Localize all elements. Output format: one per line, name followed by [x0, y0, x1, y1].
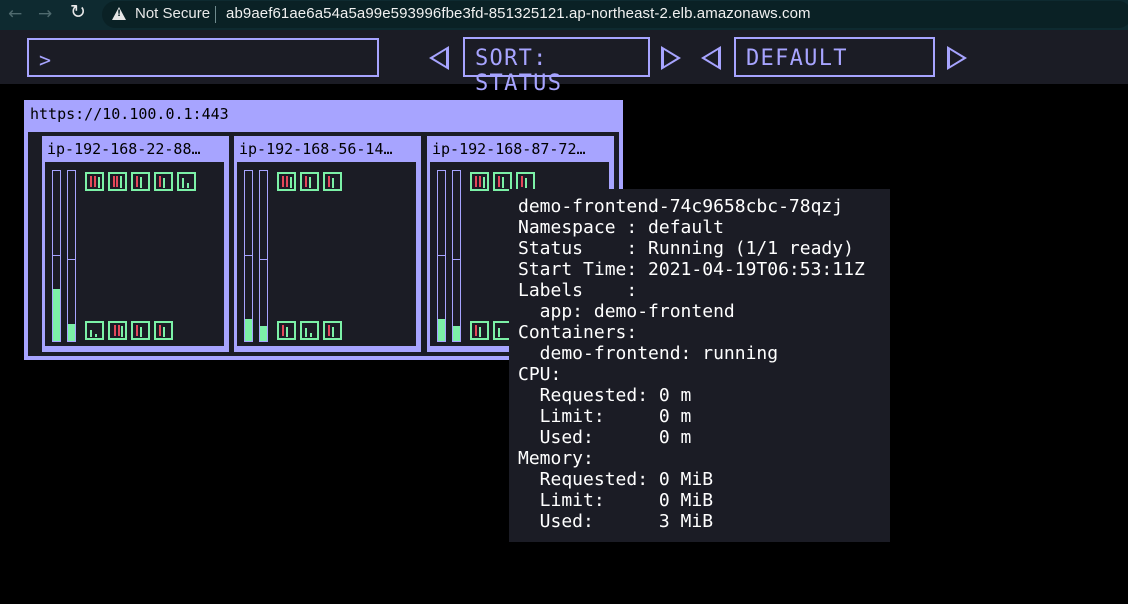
- tooltip-pod-name: demo-frontend-74c9658cbc-78qzj: [518, 196, 844, 217]
- node-cpu-bar: [244, 170, 253, 342]
- pod-tooltip: demo-frontend-74c9658cbc-78qzj Namespace…: [509, 189, 890, 542]
- tooltip-start-time: Start Time: 2021-04-19T06:53:11Z: [518, 259, 865, 280]
- node-title: ip-192-168-56-14…: [239, 140, 393, 158]
- pod[interactable]: [85, 172, 104, 191]
- pod[interactable]: [177, 172, 196, 191]
- tooltip-memory-requested: Requested: 0 MiB: [518, 469, 714, 490]
- cluster-title: https://10.100.0.1:443: [30, 105, 229, 123]
- sort-selector[interactable]: SORT: STATUS: [463, 37, 650, 96]
- node-title: ip-192-168-22-88…: [47, 140, 201, 158]
- tooltip-container-state: demo-frontend: running: [518, 343, 779, 364]
- pod[interactable]: [108, 321, 127, 340]
- tooltip-memory-used: Used: 3 MiB: [518, 511, 714, 532]
- arrow-left-icon[interactable]: ←: [8, 4, 22, 24]
- tooltip-cpu-heading: CPU:: [518, 364, 562, 385]
- filter-input[interactable]: >: [27, 38, 379, 77]
- tooltip-labels-heading: Labels :: [518, 280, 638, 301]
- sort-prev-icon[interactable]: [429, 46, 449, 70]
- namespace-next-icon[interactable]: [947, 46, 967, 70]
- namespace-selector[interactable]: DEFAULT: [734, 37, 935, 77]
- tooltip-containers-heading: Containers:: [518, 322, 638, 343]
- tooltip-cpu-used: Used: 0 m: [518, 427, 692, 448]
- pod[interactable]: [154, 172, 173, 191]
- pod[interactable]: [300, 172, 319, 191]
- browser-toolbar: ← → ↻ ! Not Secure ab9aef61ae6a54a5a99e5…: [0, 0, 1128, 30]
- node-cpu-bar: [52, 170, 61, 342]
- tooltip-label-app: app: demo-frontend: [518, 301, 735, 322]
- pod[interactable]: [470, 321, 489, 340]
- node-cpu-bar: [437, 170, 446, 342]
- app-toolbar: > SORT: STATUS DEFAULT: [0, 30, 1128, 96]
- node-memory-bar: [67, 170, 76, 342]
- node-memory-bar: [259, 170, 268, 342]
- node-title: ip-192-168-87-72…: [432, 140, 586, 158]
- pod[interactable]: [277, 321, 296, 340]
- node-card[interactable]: ip-192-168-56-14…: [234, 136, 421, 352]
- tooltip-memory-limit: Limit: 0 MiB: [518, 490, 714, 511]
- tooltip-cpu-limit: Limit: 0 m: [518, 406, 692, 427]
- tooltip-cpu-requested: Requested: 0 m: [518, 385, 692, 406]
- pod[interactable]: [323, 321, 342, 340]
- pod[interactable]: [108, 172, 127, 191]
- pod[interactable]: [277, 172, 296, 191]
- arrow-right-icon[interactable]: →: [38, 4, 52, 24]
- tooltip-status: Status : Running (1/1 ready): [518, 238, 854, 259]
- reload-icon[interactable]: ↻: [70, 2, 86, 22]
- tooltip-memory-heading: Memory:: [518, 448, 594, 469]
- pod[interactable]: [470, 172, 489, 191]
- pod[interactable]: [323, 172, 342, 191]
- warning-mark: !: [117, 9, 122, 19]
- pod[interactable]: [300, 321, 319, 340]
- node-body: [237, 162, 416, 346]
- tooltip-namespace: Namespace : default: [518, 217, 724, 238]
- security-indicator[interactable]: Not Secure: [135, 5, 210, 22]
- pod[interactable]: [131, 172, 150, 191]
- node-body: [45, 162, 224, 346]
- namespace-prev-icon[interactable]: [701, 46, 721, 70]
- pod[interactable]: [154, 321, 173, 340]
- address-divider: [215, 6, 216, 23]
- sort-next-icon[interactable]: [661, 46, 681, 70]
- node-memory-bar: [452, 170, 461, 342]
- url-text[interactable]: ab9aef61ae6a54a5a99e593996fbe3fd-8513251…: [226, 5, 811, 22]
- pod[interactable]: [131, 321, 150, 340]
- pod[interactable]: [85, 321, 104, 340]
- node-card[interactable]: ip-192-168-22-88…: [42, 136, 229, 352]
